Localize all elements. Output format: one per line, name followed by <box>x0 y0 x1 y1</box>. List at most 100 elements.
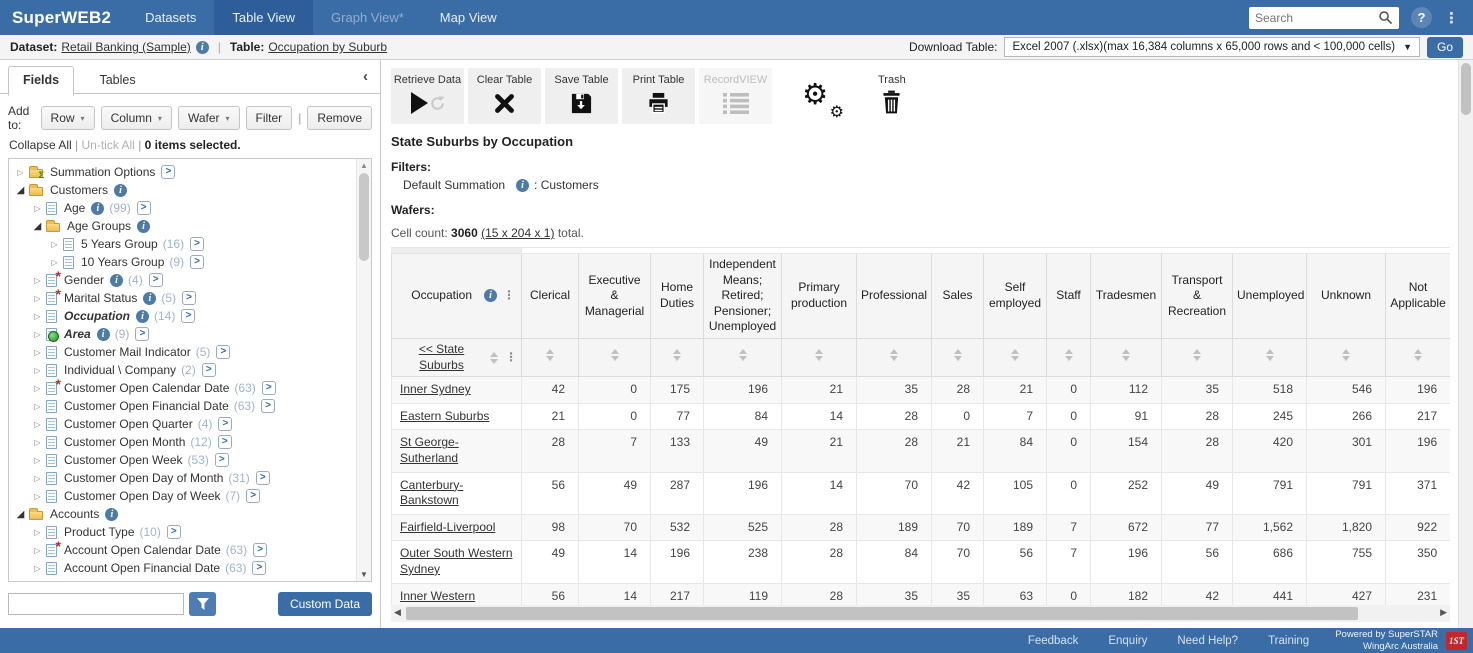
scroll-up-icon[interactable]: ▲ <box>357 161 371 170</box>
expand-node-icon[interactable]: ▷ <box>30 420 45 429</box>
row-dimension-link[interactable]: << State Suburbs <box>400 342 483 373</box>
expand-node-icon[interactable]: ▷ <box>30 348 45 357</box>
sort-cell-home-duties[interactable] <box>651 338 704 376</box>
help-icon[interactable]: ? <box>1411 7 1432 28</box>
cell-count-detail-link[interactable]: (15 x 204 x 1) <box>481 226 554 240</box>
info-icon[interactable]: i <box>136 310 149 323</box>
tree-item-label[interactable]: Accounts <box>50 507 99 521</box>
column-header-unknown[interactable]: Unknown <box>1307 254 1386 339</box>
add-to-table-arrow-icon[interactable]: > <box>246 489 260 503</box>
tree-item-label[interactable]: Customer Open Day of Month <box>64 471 223 485</box>
add-to-table-arrow-icon[interactable]: > <box>149 273 163 287</box>
expand-node-icon[interactable]: ▷ <box>30 204 45 213</box>
column-header-home-duties[interactable]: Home Duties <box>651 254 704 339</box>
sort-icon[interactable] <box>739 349 747 361</box>
sort-icon[interactable] <box>890 349 898 361</box>
add-to-table-arrow-icon[interactable]: > <box>161 165 175 179</box>
sort-cell-sales[interactable] <box>932 338 984 376</box>
tree-item-age-groups[interactable]: ◢Age Groupsi <box>9 217 353 235</box>
tree-item-customer-open-month[interactable]: ▷Customer Open Month(12)> <box>9 433 353 451</box>
tree-item-label[interactable]: 5 Years Group <box>81 237 158 251</box>
tree-item-label[interactable]: Customer Open Week <box>64 453 183 467</box>
add-to-table-arrow-icon[interactable]: > <box>218 435 232 449</box>
column-header-tradesmen[interactable]: Tradesmen <box>1091 254 1162 339</box>
sidebar-collapse-icon[interactable]: ‹ <box>363 68 368 85</box>
tree-item-label[interactable]: Customer Open Month <box>64 435 185 449</box>
collapse-node-icon[interactable]: ◢ <box>13 509 28 520</box>
column-header-professional[interactable]: Professional <box>857 254 932 339</box>
sort-icon[interactable] <box>546 349 554 361</box>
nav-item-map-view[interactable]: Map View <box>422 0 515 35</box>
add-to-table-arrow-icon[interactable]: > <box>167 525 181 539</box>
tree-item-label[interactable]: Customer Open Financial Date <box>64 399 229 413</box>
info-icon[interactable]: i <box>91 202 104 215</box>
add-to-table-arrow-icon[interactable]: > <box>253 543 267 557</box>
column-header-not-applicable[interactable]: Not Applicable <box>1386 254 1451 339</box>
footer-link-feedback[interactable]: Feedback <box>1028 635 1079 647</box>
row-link-eastern-suburbs[interactable]: Eastern Suburbs <box>400 409 489 423</box>
add-to-table-arrow-icon[interactable]: > <box>262 381 276 395</box>
add-to-table-arrow-icon[interactable]: > <box>182 291 196 305</box>
tree-item-label[interactable]: Age <box>64 201 85 215</box>
tab-fields[interactable]: Fields <box>8 66 74 96</box>
sort-icon[interactable] <box>815 349 823 361</box>
field-search-input[interactable] <box>8 593 184 615</box>
expand-node-icon[interactable]: ▷ <box>30 384 45 393</box>
tree-item-marital-status[interactable]: ▷Marital Statusi(5)> <box>9 289 353 307</box>
tree-item-label[interactable]: 10 Years Group <box>81 255 164 269</box>
tree-item-customer-open-day-of-month[interactable]: ▷Customer Open Day of Month(31)> <box>9 469 353 487</box>
sort-cell-unknown[interactable] <box>1307 338 1386 376</box>
search-icon[interactable] <box>1378 10 1393 25</box>
sort-cell-not-applicable[interactable] <box>1386 338 1451 376</box>
sort-icon[interactable] <box>1065 349 1073 361</box>
table-options-button[interactable]: ⚙ ⚙ <box>802 80 846 120</box>
tree-item-label[interactable]: Customer Open Quarter <box>64 417 193 431</box>
column-header-self-employed[interactable]: Self employed <box>984 254 1047 339</box>
expand-node-icon[interactable]: ▷ <box>30 294 45 303</box>
sort-icon[interactable] <box>611 349 619 361</box>
add-to-table-arrow-icon[interactable]: > <box>190 237 204 251</box>
nav-item-datasets[interactable]: Datasets <box>127 0 214 35</box>
add-to-table-arrow-icon[interactable]: > <box>252 561 266 575</box>
row-link-st-george-sutherland[interactable]: St George-Sutherland <box>400 435 459 465</box>
tree-item-summation-options[interactable]: ▷Summation Options> <box>9 163 353 181</box>
expand-node-icon[interactable]: ▷ <box>30 474 45 483</box>
scroll-right-icon[interactable]: ▶ <box>1440 607 1447 618</box>
tree-item-customer-open-calendar-date[interactable]: ▷Customer Open Calendar Date(63)> <box>9 379 353 397</box>
remove-button[interactable]: Remove <box>307 106 372 130</box>
expand-node-icon[interactable]: ▷ <box>30 402 45 411</box>
tree-scrollbar[interactable]: ▲ ▼ <box>356 159 371 581</box>
tree-item-account-open-calendar-date[interactable]: ▷Account Open Calendar Date(63)> <box>9 541 353 559</box>
row-link-inner-western-sydney[interactable]: Inner Western Sydney <box>400 589 475 606</box>
footer-link-training[interactable]: Training <box>1268 635 1309 647</box>
tree-item-label[interactable]: Area <box>64 327 91 341</box>
tree-item-label[interactable]: Age Groups <box>67 219 131 233</box>
expand-node-icon[interactable]: ▷ <box>30 330 45 339</box>
column-header-staff[interactable]: Staff <box>1047 254 1091 339</box>
retrieve-data-button[interactable]: Retrieve Data <box>391 68 464 124</box>
collapse-node-icon[interactable]: ◢ <box>13 185 28 196</box>
tree-item-age[interactable]: ▷Agei(99)> <box>9 199 353 217</box>
app-logo[interactable]: SuperWEB2 <box>0 0 127 35</box>
table-link[interactable]: Occupation by Suburb <box>268 40 387 54</box>
tree-item-customer-open-day-of-week[interactable]: ▷Customer Open Day of Week(7)> <box>9 487 353 505</box>
row-link-canterbury-bankstown[interactable]: Canterbury-Bankstown <box>400 478 463 508</box>
print-table-button[interactable]: Print Table <box>622 68 695 124</box>
add-to-table-arrow-icon[interactable]: > <box>202 363 216 377</box>
tree-item-label[interactable]: Occupation <box>64 309 130 323</box>
scrollbar-thumb[interactable] <box>406 607 1358 620</box>
sort-cell-independent-means-retired-pensioner-unemployed[interactable] <box>704 338 782 376</box>
tree-item-label[interactable]: Summation Options <box>50 165 155 179</box>
tree-item-label[interactable]: Account Open Financial Date <box>64 561 220 575</box>
column-menu-icon[interactable]: ⋮ <box>503 288 515 304</box>
add-to-table-arrow-icon[interactable]: > <box>137 201 151 215</box>
row-dimension-header[interactable]: << State Suburbs⋮ <box>392 338 522 376</box>
sort-icon[interactable] <box>673 349 681 361</box>
collapse-node-icon[interactable]: ◢ <box>30 221 45 232</box>
tree-item-label[interactable]: Customers <box>50 183 108 197</box>
clear-table-button[interactable]: Clear Table <box>468 68 541 124</box>
nav-item-table-view[interactable]: Table View <box>214 0 313 35</box>
tree-item-area[interactable]: ▷Areai(9)> <box>9 325 353 343</box>
search-box[interactable] <box>1249 7 1399 29</box>
scroll-down-icon[interactable]: ▼ <box>357 570 371 579</box>
